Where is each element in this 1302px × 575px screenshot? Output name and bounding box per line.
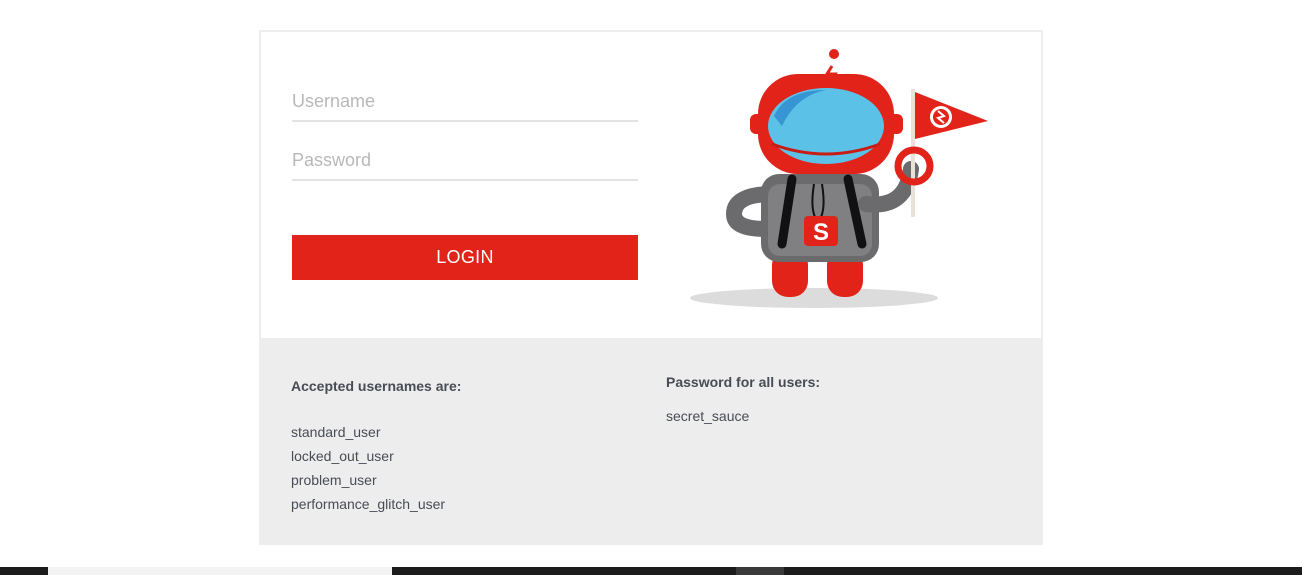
password-input[interactable] xyxy=(292,150,638,171)
list-item: performance_glitch_user xyxy=(291,496,446,512)
robot-mascot-icon: S xyxy=(686,44,996,319)
login-form: LOGIN xyxy=(292,78,638,280)
svg-text:S: S xyxy=(813,219,829,246)
usernames-title: Accepted usernames are: xyxy=(291,378,462,394)
list-item: standard_user xyxy=(291,424,381,440)
login-card: LOGIN xyxy=(259,30,1043,545)
password-value: secret_sauce xyxy=(666,408,750,424)
credentials-panel: Accepted usernames are: standard_user lo… xyxy=(259,338,1043,545)
accepted-usernames-section: Accepted usernames are: standard_user lo… xyxy=(291,378,461,516)
password-section: Password for all users: secret_sauce xyxy=(666,374,820,424)
username-field-wrapper xyxy=(292,78,638,122)
list-item: locked_out_user xyxy=(291,448,394,464)
password-field-wrapper xyxy=(292,137,638,181)
username-input[interactable] xyxy=(292,91,638,112)
list-item: problem_user xyxy=(291,472,377,488)
usernames-list: standard_user locked_out_user problem_us… xyxy=(291,420,461,516)
password-title: Password for all users: xyxy=(666,374,821,390)
taskbar-search-box[interactable] xyxy=(48,567,392,575)
taskbar-active-app[interactable] xyxy=(736,567,784,575)
login-panel: LOGIN xyxy=(259,30,1043,338)
login-button[interactable]: LOGIN xyxy=(292,235,638,280)
page: LOGIN xyxy=(0,0,1302,575)
taskbar xyxy=(0,567,1302,575)
